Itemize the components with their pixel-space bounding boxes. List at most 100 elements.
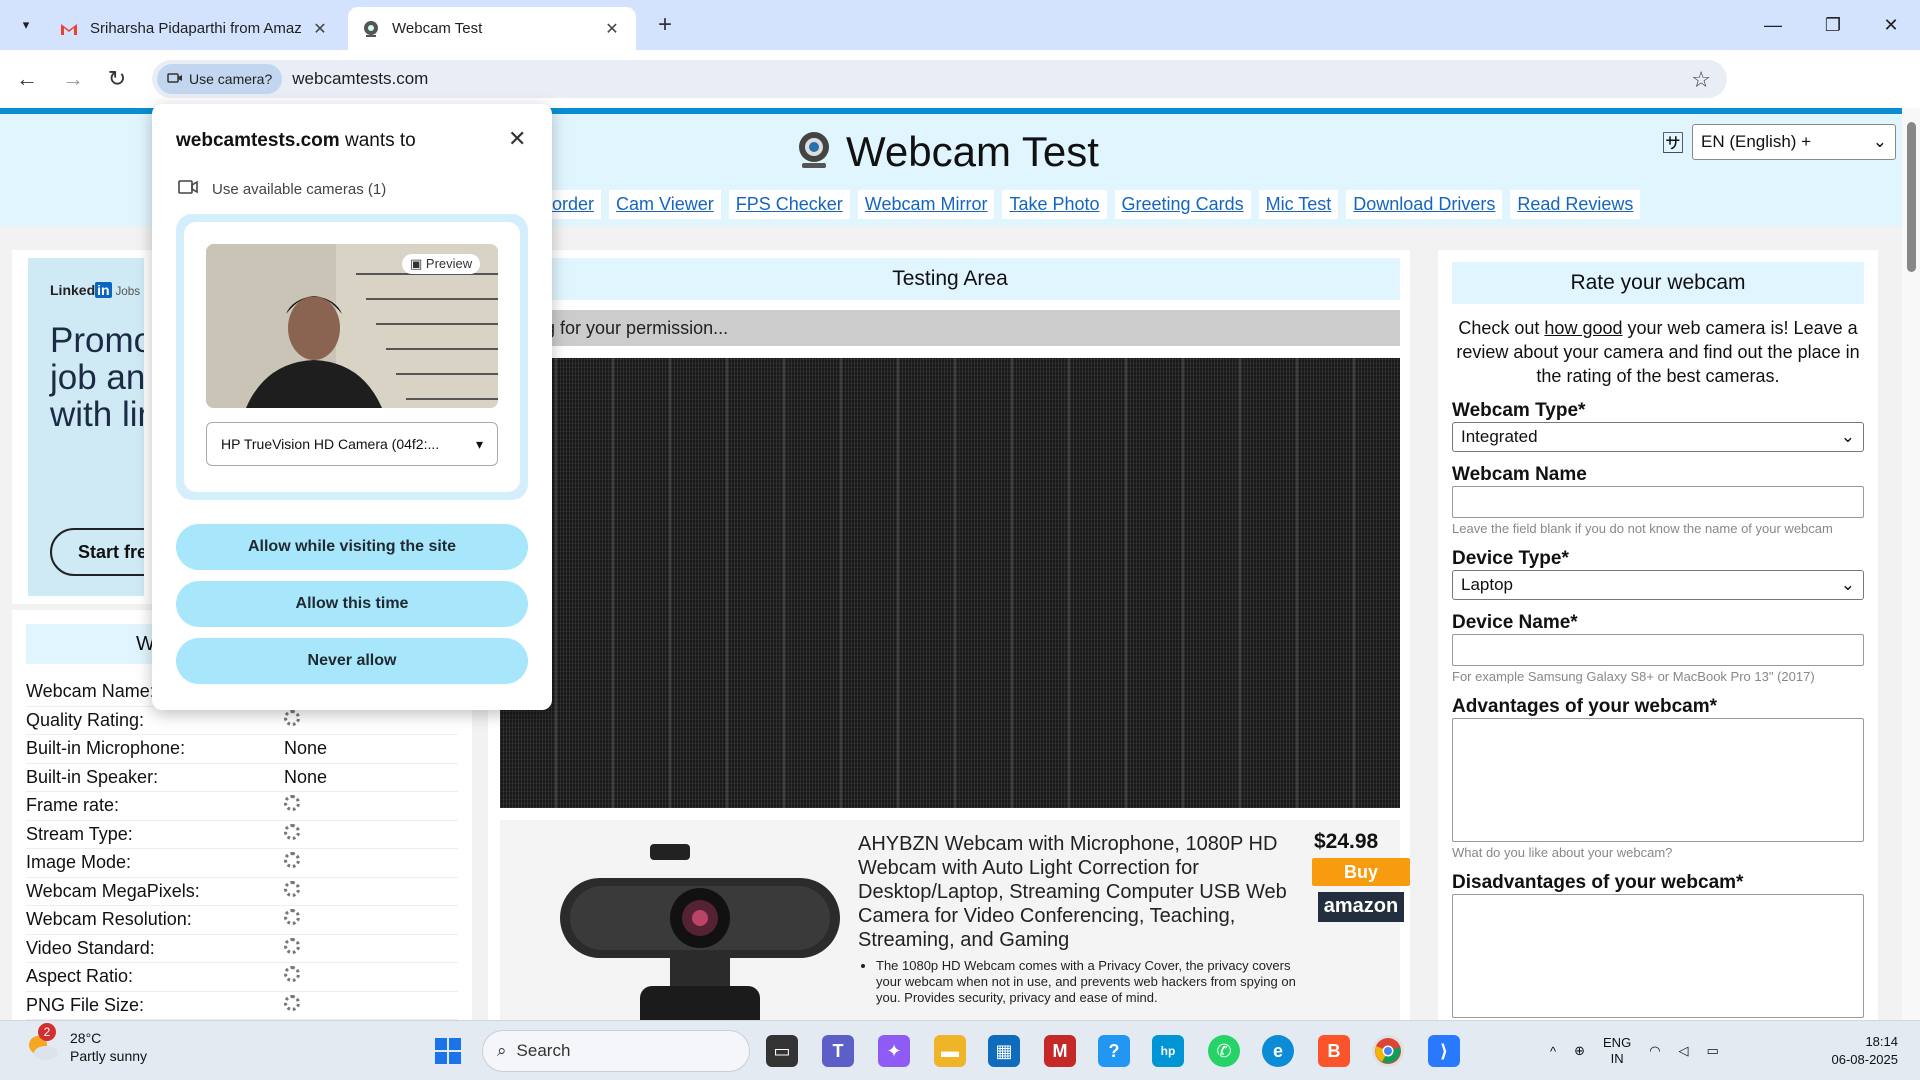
network-globe-icon[interactable]: ⊕	[1574, 1043, 1585, 1059]
close-icon[interactable]: ✕	[508, 126, 526, 152]
linkedin-ad[interactable]: Linkedin Jobs Promote your job and hire …	[12, 250, 160, 604]
minimize-icon[interactable]: —	[1744, 0, 1802, 50]
new-tab-button[interactable]: +	[652, 12, 678, 38]
chrome-icon[interactable]	[1372, 1035, 1404, 1067]
info-label: Stream Type:	[26, 823, 133, 844]
webcam-name-hint: Leave the field blank if you do not know…	[1452, 521, 1833, 536]
nav-link-take-photo[interactable]: Take Photo	[1002, 190, 1107, 219]
allow-while-visiting-button[interactable]: Allow while visiting the site	[176, 524, 528, 570]
nav-link-mic-test[interactable]: Mic Test	[1258, 190, 1339, 219]
advantages-textarea[interactable]	[1452, 718, 1864, 842]
scrollbar-thumb[interactable]	[1907, 122, 1916, 272]
reload-icon[interactable]: ↻	[102, 64, 132, 94]
camera-select[interactable]: HP TrueVision HD Camera (04f2:... ▾	[206, 422, 498, 466]
wifi-icon[interactable]: ◠	[1649, 1043, 1660, 1059]
tab-gmail[interactable]: Sriharsha Pidaparthi from Amaz ✕	[46, 7, 344, 50]
teams-icon[interactable]: T	[822, 1035, 854, 1067]
nav-link-greeting-cards[interactable]: Greeting Cards	[1114, 190, 1251, 219]
volume-icon[interactable]: ◁	[1679, 1043, 1689, 1059]
device-name-input[interactable]	[1452, 634, 1864, 666]
chevron-down-icon: ⌄	[1872, 132, 1888, 151]
bookmark-star-icon[interactable]: ☆	[1691, 67, 1711, 93]
mcafee-icon[interactable]: M	[1044, 1035, 1076, 1067]
battery-icon[interactable]: ▭	[1707, 1043, 1719, 1059]
input-language[interactable]: ENG IN	[1603, 1035, 1631, 1067]
close-tab-icon[interactable]: ✕	[602, 19, 622, 39]
device-type-select[interactable]: Laptop ⌄	[1452, 570, 1864, 600]
how-good-link[interactable]: how good	[1544, 318, 1622, 338]
info-value	[284, 795, 300, 816]
whatsapp-icon[interactable]: ✆	[1208, 1035, 1240, 1067]
product-title[interactable]: AHYBZN Webcam with Microphone, 1080P HD …	[858, 832, 1304, 952]
testing-area: Testing Area aiting for your permission.…	[488, 250, 1410, 1020]
clock-time: 18:14	[1865, 1034, 1898, 1049]
info-value	[284, 994, 300, 1016]
webcam-name-label: Webcam Name	[1452, 464, 1587, 485]
nav-link-read-reviews[interactable]: Read Reviews	[1510, 190, 1641, 219]
webcam-type-select[interactable]: Integrated ⌄	[1452, 422, 1864, 452]
info-row: PNG File Size:	[26, 992, 458, 1020]
preview-badge: ▣ Preview	[402, 254, 481, 274]
page-scrollbar[interactable]	[1902, 108, 1920, 1020]
webcam-product-image[interactable]	[550, 836, 850, 1020]
product-ad[interactable]: AHYBZN Webcam with Microphone, 1080P HD …	[500, 820, 1410, 1020]
never-allow-button[interactable]: Never allow	[176, 638, 528, 684]
nav-link-fps-checker[interactable]: FPS Checker	[728, 190, 850, 219]
webcam-name-input[interactable]	[1452, 486, 1864, 518]
restore-icon[interactable]: ❐	[1804, 0, 1862, 50]
ad-start-free-button[interactable]: Start free	[50, 528, 144, 576]
tab-strip: ▾ Sriharsha Pidaparthi from Amaz ✕ Webca…	[0, 0, 1920, 50]
task-view-icon[interactable]: ▭	[766, 1035, 798, 1067]
file-explorer-icon[interactable]: ▬	[934, 1035, 966, 1067]
info-row: Video Standard:	[26, 935, 458, 963]
ad-copy: Promote your job and hire with limits.	[50, 321, 144, 434]
device-name-hint: For example Samsung Galaxy S8+ or MacBoo…	[1452, 669, 1815, 684]
camera-permission-chip[interactable]: Use camera?	[157, 64, 283, 94]
windows-start-icon[interactable]	[432, 1035, 464, 1067]
clock[interactable]: 18:14 06-08-2025	[1818, 1021, 1899, 1080]
loading-spinner-icon	[284, 852, 300, 869]
brave-icon[interactable]: B	[1318, 1035, 1350, 1067]
loading-spinner-icon	[284, 966, 300, 983]
tab-webcam-test[interactable]: Webcam Test ✕	[348, 7, 636, 50]
nav-link-webcam-mirror[interactable]: Webcam Mirror	[857, 190, 995, 219]
info-row: Built-in Speaker: None	[26, 764, 458, 792]
vscode-icon[interactable]: ⟩	[1428, 1035, 1460, 1067]
close-window-icon[interactable]: ✕	[1862, 0, 1920, 50]
weather-widget[interactable]: 2 28°C Partly sunny	[24, 1023, 147, 1065]
nav-link-order[interactable]: order	[545, 190, 602, 219]
copilot-icon[interactable]: ✦	[878, 1035, 910, 1067]
tab-search-button[interactable]: ▾	[12, 12, 40, 38]
forward-icon[interactable]: →	[58, 64, 88, 94]
loading-spinner-icon	[284, 937, 300, 954]
webcam-logo-icon	[794, 130, 834, 175]
product-price: $24.98	[1314, 830, 1379, 853]
chevron-up-icon[interactable]: ^	[1550, 1044, 1556, 1059]
myhp-icon[interactable]: hp	[1152, 1035, 1184, 1067]
address-bar[interactable]: Use camera? webcamtests.com ☆	[152, 60, 1727, 98]
microsoft-store-icon[interactable]: ▦	[988, 1035, 1020, 1067]
taskbar-search[interactable]: ⌕ Search	[482, 1030, 750, 1072]
taskbar: 2 28°C Partly sunny ⌕ Search ▭ T ✦ ▬ ▦ M…	[0, 1020, 1920, 1080]
info-row: Built-in Microphone: None	[26, 735, 458, 764]
device-type-label: Device Type*	[1452, 548, 1569, 569]
disadvantages-textarea[interactable]	[1452, 894, 1864, 1018]
edge-icon[interactable]: e	[1262, 1035, 1294, 1067]
nav-link-cam-viewer[interactable]: Cam Viewer	[609, 190, 721, 219]
video-preview	[500, 358, 1400, 808]
back-icon[interactable]: ←	[12, 64, 42, 94]
permission-status: aiting for your permission...	[500, 310, 1400, 346]
caret-down-icon: ▾	[475, 435, 483, 452]
nav-link-download-drivers[interactable]: Download Drivers	[1346, 190, 1503, 219]
buy-button[interactable]: Buy	[1312, 858, 1410, 886]
allow-this-time-button[interactable]: Allow this time	[176, 581, 528, 627]
help-icon[interactable]: ?	[1098, 1035, 1130, 1067]
camera-preview-image: ▣ Preview	[206, 244, 498, 408]
close-tab-icon[interactable]: ✕	[310, 19, 330, 39]
site-logo[interactable]: Webcam Test	[794, 128, 1099, 176]
url-text[interactable]: webcamtests.com	[292, 69, 428, 89]
camera-preview-card: ▣ Preview HP TrueVision HD Camera (04f2:…	[176, 214, 528, 500]
language-select[interactable]: EN (English) + ⌄	[1692, 124, 1897, 160]
amazon-logo[interactable]: amazon	[1318, 892, 1404, 922]
product-bullet: The 1080p HD Webcam comes with a Privacy…	[876, 958, 1304, 1006]
